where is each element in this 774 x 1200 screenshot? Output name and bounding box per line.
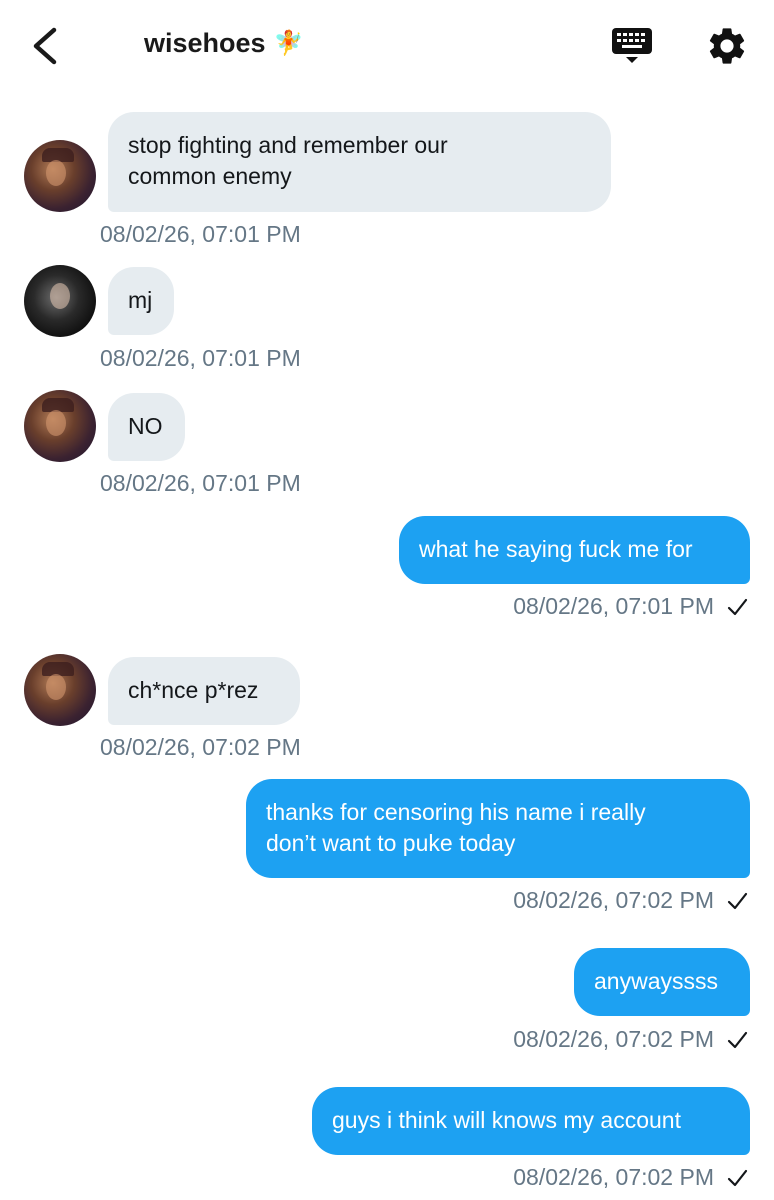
message-bubble-incoming[interactable]: stop fighting and remember our common en… (108, 112, 611, 212)
message-status: 08/02/26, 07:02 PM (513, 1026, 748, 1053)
checkmark-icon (727, 892, 748, 909)
message-timestamp: 08/02/26, 07:02 PM (513, 887, 714, 913)
message-status: 08/02/26, 07:01 PM (513, 593, 748, 620)
message-bubble-incoming[interactable]: NO (108, 393, 185, 461)
keyboard-icon (612, 28, 652, 63)
avatar-face (46, 410, 66, 436)
message-timestamp: 08/02/26, 07:01 PM (100, 470, 301, 496)
message-timestamp: 08/02/26, 07:02 PM (513, 1026, 714, 1052)
message-bubble-outgoing[interactable]: anywayssss (574, 948, 750, 1016)
message-status: 08/02/26, 07:02 PM (513, 1164, 748, 1191)
avatar[interactable] (24, 654, 96, 726)
message-status: 08/02/26, 07:02 PM (513, 887, 748, 914)
chevron-left-icon (33, 27, 57, 65)
conversation-header: wisehoes 🧚 (0, 0, 774, 95)
checkmark-icon (727, 598, 748, 615)
message-bubble-incoming[interactable]: ch*nce p*rez (108, 657, 300, 725)
message-timestamp: 08/02/26, 07:01 PM (100, 221, 301, 247)
avatar-face (46, 160, 66, 186)
message-timestamp: 08/02/26, 07:01 PM (513, 593, 714, 619)
conversation-name: wisehoes (144, 28, 266, 58)
message-bubble-outgoing[interactable]: guys i think will knows my account (312, 1087, 750, 1155)
avatar-face (50, 283, 70, 309)
back-button[interactable] (28, 24, 64, 68)
message-timestamp: 08/02/26, 07:02 PM (513, 1164, 714, 1190)
keyboard-button[interactable] (610, 24, 654, 68)
checkmark-icon (727, 1169, 748, 1186)
message-text: what he saying fuck me for (419, 536, 693, 562)
avatar[interactable] (24, 265, 96, 337)
message-bubble-incoming[interactable]: mj (108, 267, 174, 335)
avatar[interactable] (24, 140, 96, 212)
message-text-line: don’t want to puke today (266, 830, 516, 856)
message-text: NO (128, 413, 163, 439)
message-timestamp: 08/02/26, 07:02 PM (100, 734, 301, 760)
message-text-line: common enemy (128, 163, 292, 189)
checkmark-icon (727, 1031, 748, 1048)
message-bubble-outgoing[interactable]: what he saying fuck me for (399, 516, 750, 584)
message-text: mj (128, 287, 153, 313)
avatar-face (46, 674, 66, 700)
settings-button[interactable] (705, 24, 749, 68)
gear-icon (709, 28, 745, 64)
message-text: ch*nce p*rez (128, 677, 259, 703)
message-timestamp: 08/02/26, 07:01 PM (100, 345, 301, 371)
message-text: anywayssss (594, 968, 718, 994)
message-bubble-outgoing[interactable]: thanks for censoring his name i really d… (246, 779, 750, 878)
fairy-emoji: 🧚 (273, 30, 304, 57)
conversation-title: wisehoes 🧚 (144, 28, 303, 59)
message-text-line: thanks for censoring his name i really (266, 799, 646, 825)
message-text: guys i think will knows my account (332, 1107, 681, 1133)
message-text-line: stop fighting and remember our (128, 132, 448, 158)
avatar[interactable] (24, 390, 96, 462)
